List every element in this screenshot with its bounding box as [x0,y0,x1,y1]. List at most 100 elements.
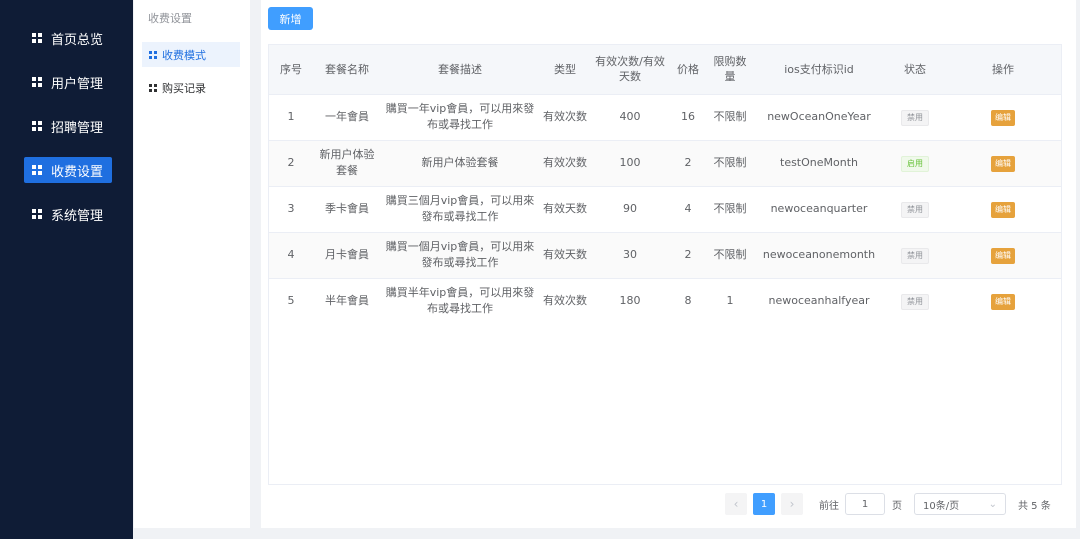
goto-prefix: 前往 [819,500,839,512]
cell-action: 编辑 [945,231,1061,278]
edit-button[interactable]: 编辑 [991,247,1015,264]
status-badge: 禁用 [901,293,929,310]
page-size-value: 10条/页 [923,500,960,512]
cell-desc: 購買半年vip會員，可以用來發布或尋找工作 [381,277,539,324]
cell-name: 季卡會員 [313,185,381,232]
cell-ios-id: newOceanOneYear [753,93,885,140]
header-type: 类型 [539,45,591,94]
grid-icon [149,83,157,92]
edit-button[interactable]: 编辑 [991,293,1015,310]
goto-page-input[interactable]: 1 [845,493,885,515]
cell-name: 新用户体验套餐 [313,139,381,186]
chevron-right-icon: › [789,497,795,511]
cell-price: 8 [669,277,707,324]
edit-button[interactable]: 编辑 [991,201,1015,218]
cell-ios-id: newoceanhalfyear [753,277,885,324]
sidebar-item-label: 系统管理 [51,208,104,224]
table-header-row: 序号 套餐名称 套餐描述 类型 有效次数/有效天数 价格 限购数量 ios支付标… [269,45,1061,94]
cell-desc: 購買三個月vip會員，可以用來發布或尋找工作 [381,185,539,232]
cell-index: 5 [269,277,313,324]
cell-desc: 購買一個月vip會員，可以用來發布或尋找工作 [381,231,539,278]
cell-name: 一年會員 [313,93,381,140]
cell-index: 3 [269,185,313,232]
cell-price: 16 [669,93,707,140]
goto-suffix: 页 [892,500,902,512]
cell-name: 半年會員 [313,277,381,324]
sidebar-item-billing[interactable]: 收费设置 [24,157,112,183]
package-table: 序号 套餐名称 套餐描述 类型 有效次数/有效天数 价格 限购数量 ios支付标… [268,44,1062,485]
sidebar-item-users[interactable]: 用户管理 [24,69,112,95]
edit-button[interactable]: 编辑 [991,155,1015,172]
cell-name: 月卡會員 [313,231,381,278]
header-name: 套餐名称 [313,45,381,94]
header-desc: 套餐描述 [381,45,539,94]
table-row: 3 季卡會員 購買三個月vip會員，可以用來發布或尋找工作 有效天数 90 4 … [269,185,1061,232]
subnav-item-billing-mode[interactable]: 收费模式 [142,42,240,67]
page-size-select[interactable]: 10条/页 ⌄ [914,493,1006,515]
subnav-item-label: 购买记录 [162,81,206,95]
cell-type: 有效次数 [539,277,591,324]
cell-desc: 新用户体验套餐 [381,139,539,186]
header-price: 价格 [669,45,707,94]
subnav-title: 收费设置 [148,12,192,25]
cell-desc: 購買一年vip會員，可以用來發布或尋找工作 [381,93,539,140]
cell-index: 1 [269,93,313,140]
grid-icon [32,77,42,87]
cell-count: 180 [591,277,669,324]
add-button[interactable]: 新增 [268,7,313,30]
chevron-left-icon: ‹ [733,497,739,511]
header-status: 状态 [885,45,945,94]
header-count: 有效次数/有效天数 [591,45,669,94]
sidebar-item-label: 用户管理 [51,76,104,92]
cell-ios-id: newoceanquarter [753,185,885,232]
edit-button[interactable]: 编辑 [991,109,1015,126]
table-row: 2 新用户体验套餐 新用户体验套餐 有效次数 100 2 不限制 testOne… [269,139,1061,186]
cell-ios-id: testOneMonth [753,139,885,186]
header-limit: 限购数量 [707,45,753,94]
cell-count: 400 [591,93,669,140]
header-index: 序号 [269,45,313,94]
next-page-button[interactable]: › [781,493,803,515]
cell-type: 有效次数 [539,139,591,186]
grid-icon [32,165,42,175]
cell-action: 编辑 [945,277,1061,324]
cell-action: 编辑 [945,93,1061,140]
cell-status: 禁用 [885,277,945,324]
cell-status: 禁用 [885,185,945,232]
subnav-item-purchase-records[interactable]: 购买记录 [142,75,240,100]
cell-index: 2 [269,139,313,186]
cell-limit: 不限制 [707,231,753,278]
grid-icon [32,33,42,43]
grid-icon [32,121,42,131]
prev-page-button[interactable]: ‹ [725,493,747,515]
cell-status: 启用 [885,139,945,186]
sidebar-item-overview[interactable]: 首页总览 [24,25,112,51]
sidebar-item-label: 首页总览 [51,32,104,48]
cell-limit: 1 [707,277,753,324]
cell-type: 有效天数 [539,185,591,232]
main-panel: 新增 序号 套餐名称 套餐描述 类型 有效次数/有效天数 价格 限购数量 ios… [261,0,1076,528]
cell-limit: 不限制 [707,139,753,186]
cell-limit: 不限制 [707,185,753,232]
cell-status: 禁用 [885,93,945,140]
pagination: ‹ 1 › 前往 1 页 10条/页 ⌄ 共 5 条 [725,492,1051,516]
status-badge: 禁用 [901,247,929,264]
table-row: 1 一年會員 購買一年vip會員，可以用來發布或尋找工作 有效次数 400 16… [269,93,1061,140]
cell-price: 2 [669,231,707,278]
page-number[interactable]: 1 [753,493,775,515]
cell-action: 编辑 [945,139,1061,186]
cell-count: 90 [591,185,669,232]
cell-ios-id: newoceanonemonth [753,231,885,278]
cell-count: 30 [591,231,669,278]
subnav: 收费设置 收费模式 购买记录 [134,0,250,528]
sidebar-item-system[interactable]: 系统管理 [24,201,112,227]
sidebar-item-recruitment[interactable]: 招聘管理 [24,113,112,139]
total-count: 共 5 条 [1018,500,1051,512]
cell-action: 编辑 [945,185,1061,232]
cell-status: 禁用 [885,231,945,278]
header-action: 操作 [945,45,1061,94]
table-row: 5 半年會員 購買半年vip會員，可以用來發布或尋找工作 有效次数 180 8 … [269,277,1061,324]
chevron-down-icon: ⌄ [988,498,997,510]
cell-count: 100 [591,139,669,186]
status-badge: 禁用 [901,201,929,218]
